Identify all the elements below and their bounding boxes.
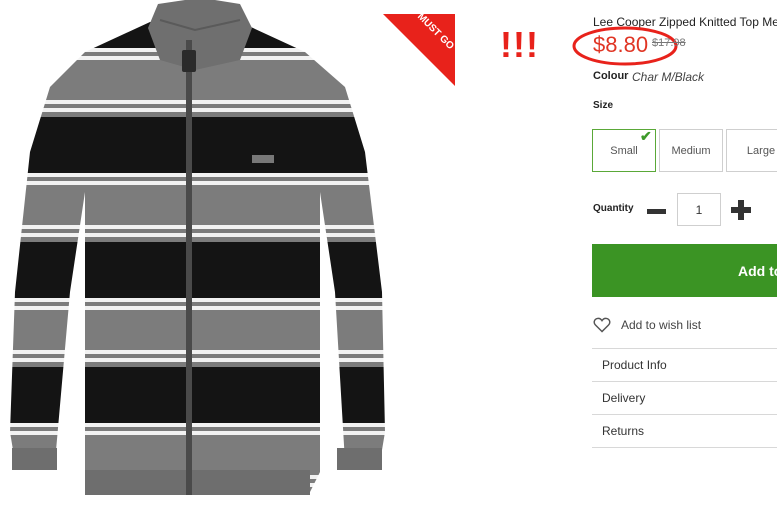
add-to-bag-button[interactable]: Add to Bag (592, 244, 777, 297)
accordion-product-info[interactable]: Product Info (592, 348, 777, 381)
must-go-badge (383, 14, 455, 86)
wishlist-label: Add to wish list (621, 318, 702, 332)
quantity-label: Quantity (593, 203, 634, 214)
quantity-minus-button[interactable] (647, 209, 666, 214)
accordion-returns[interactable]: Returns (592, 414, 777, 448)
quantity-input[interactable]: 1 (677, 193, 721, 226)
add-to-wishlist-link[interactable]: Add to wish list (593, 317, 701, 333)
accordion-delivery[interactable]: Delivery (592, 381, 777, 414)
quantity-plus-button[interactable] (731, 200, 751, 220)
product-price: $8.80 (593, 32, 649, 57)
colour-label: Colour (593, 70, 629, 82)
size-label: Size (593, 100, 614, 111)
heart-icon (593, 317, 611, 333)
product-image (10, 0, 385, 495)
colour-value: Char M/Black (632, 70, 705, 84)
size-button-medium[interactable]: Medium (659, 129, 723, 172)
check-icon: ✔ (640, 128, 652, 144)
size-button-large[interactable]: Large (726, 129, 777, 172)
old-price: $17.98 (652, 37, 686, 49)
exclamation-marks: !!! (500, 24, 539, 65)
